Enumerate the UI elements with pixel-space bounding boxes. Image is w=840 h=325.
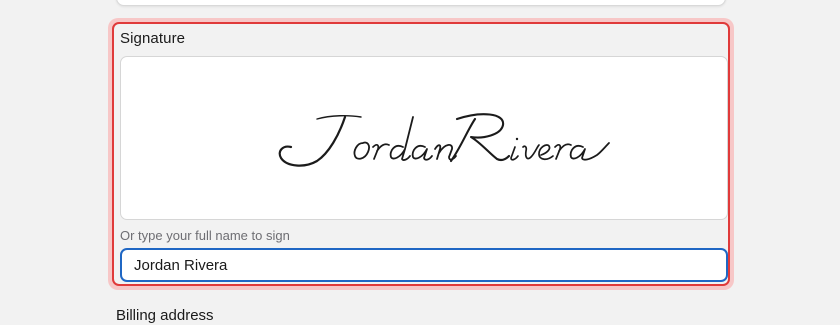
signature-section-frame: Signature Or type your full name to sign…: [112, 22, 730, 286]
billing-address-label: Billing address: [116, 307, 214, 324]
previous-field-card: [116, 0, 726, 6]
signature-pad[interactable]: [120, 56, 728, 220]
signature-helper-text: Or type your full name to sign: [120, 228, 290, 243]
signature-section: Signature Or type your full name to sign…: [108, 18, 734, 290]
signature-label: Signature: [120, 30, 186, 47]
handwritten-signature: [278, 113, 610, 167]
typed-signature-input[interactable]: [120, 248, 728, 282]
